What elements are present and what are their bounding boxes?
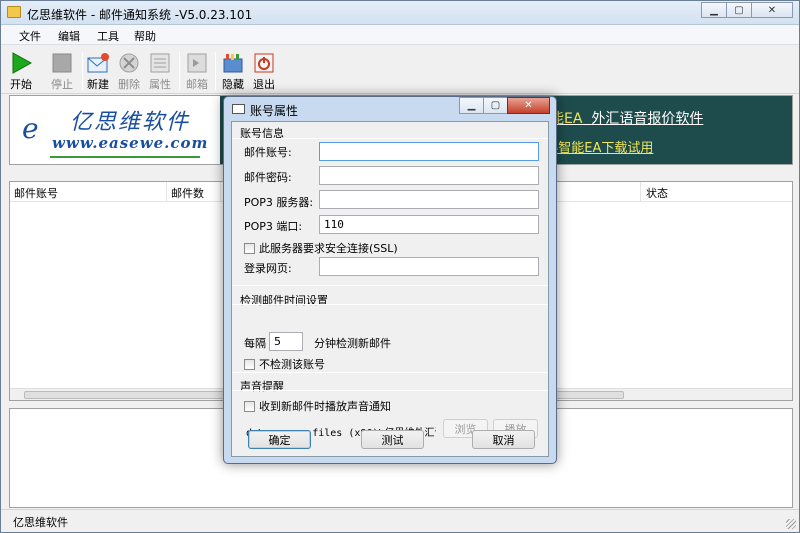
play-icon — [10, 52, 33, 74]
mail-app-icon — [7, 6, 21, 18]
menu-file[interactable]: 文件 — [19, 28, 41, 44]
start-label: 开始 — [10, 78, 32, 91]
stop-label: 停止 — [51, 78, 73, 91]
hide-button[interactable]: 隐藏 — [217, 50, 249, 94]
mailbox-label: 邮箱 — [186, 78, 208, 91]
minimize-icon[interactable]: ▁ — [701, 2, 727, 18]
ok-button[interactable]: 确定 — [248, 430, 311, 449]
section-divider — [232, 390, 548, 391]
menu-edit[interactable]: 编辑 — [58, 28, 80, 44]
dialog-close-icon[interactable]: ✕ — [507, 97, 550, 114]
account-properties-dialog: 账号属性 ▁ ▢ ✕ 账号信息 邮件账号: 邮件密码: POP3 服务器: PO… — [223, 96, 557, 464]
dialog-maximize-icon[interactable]: ▢ — [483, 97, 508, 114]
new-label: 新建 — [87, 78, 109, 91]
power-icon — [253, 52, 275, 74]
login-page-label: 登录网页: — [244, 262, 292, 275]
section-divider — [232, 285, 548, 286]
logo-url: www.easewe.com — [52, 134, 209, 152]
hide-icon — [222, 52, 244, 74]
menu-bar: 文件 编辑 工具 帮助 — [1, 25, 799, 45]
properties-button[interactable]: 属性 — [144, 50, 176, 94]
checkbox-box[interactable] — [244, 242, 255, 254]
sound-checkbox[interactable]: 收到新邮件时播放声音通知 — [244, 398, 391, 414]
arrow-right-icon — [186, 52, 208, 74]
pop3-port-label: POP3 端口: — [244, 220, 303, 233]
login-page-input[interactable] — [319, 257, 539, 276]
close-icon[interactable]: ✕ — [751, 2, 793, 18]
every-label: 每隔 — [244, 337, 266, 350]
menu-help[interactable]: 帮助 — [134, 28, 156, 44]
stop-button[interactable]: 停止 — [46, 50, 78, 94]
delete-icon — [118, 52, 140, 74]
checkbox-box[interactable] — [244, 400, 255, 412]
password-label: 邮件密码: — [244, 171, 292, 184]
exit-button[interactable]: 退出 — [248, 50, 280, 94]
col-mail-count[interactable]: 邮件数 — [171, 185, 204, 201]
toolbar-separator — [179, 52, 180, 90]
banner-link-quote-software[interactable]: 外汇语音报价软件 — [591, 111, 703, 127]
status-text: 亿思维软件 — [13, 516, 68, 529]
toolbar-separator — [215, 52, 216, 90]
ssl-checkbox-label: 此服务器要求安全连接(SSL) — [259, 242, 398, 255]
exit-label: 退出 — [253, 78, 275, 91]
interval-suffix-label: 分钟检测新邮件 — [314, 337, 391, 350]
section-divider — [232, 138, 548, 139]
envelope-icon — [232, 104, 245, 114]
new-button[interactable]: 新建 — [82, 50, 114, 94]
test-button[interactable]: 测试 — [361, 430, 424, 449]
section-divider — [232, 304, 548, 305]
column-divider — [166, 182, 167, 202]
sound-checkbox-label: 收到新邮件时播放声音通知 — [259, 400, 391, 413]
checkbox-box[interactable] — [244, 358, 255, 370]
password-input[interactable] — [319, 166, 539, 185]
properties-icon — [149, 52, 171, 74]
logo-chinese: 亿思维软件 — [70, 110, 191, 135]
pop3-port-input[interactable]: 110 — [319, 215, 539, 234]
dialog-body: 账号信息 邮件账号: 邮件密码: POP3 服务器: POP3 端口: 110 … — [231, 121, 549, 457]
menu-tools[interactable]: 工具 — [97, 28, 119, 44]
no-check-checkbox[interactable]: 不检测该账号 — [244, 356, 325, 372]
dialog-title: 账号属性 — [250, 104, 299, 118]
no-check-label: 不检测该账号 — [259, 358, 325, 371]
delete-button[interactable]: 删除 — [113, 50, 145, 94]
mailbox-button[interactable]: 邮箱 — [181, 50, 213, 94]
dialog-caption-buttons: ▁ ▢ ✕ — [459, 97, 550, 114]
section-sound: 声音提醒 — [240, 380, 284, 393]
logo-letter: e — [22, 112, 39, 145]
col-status[interactable]: 状态 — [646, 185, 668, 201]
title-bar: 亿思维软件 - 邮件通知系统 -V5.0.23.101 ▁ ▢ ✕ — [1, 1, 799, 25]
ssl-checkbox[interactable]: 此服务器要求安全连接(SSL) — [244, 240, 398, 256]
interval-input[interactable]: 5 — [269, 332, 303, 351]
stop-icon — [51, 52, 73, 74]
account-input[interactable] — [319, 142, 539, 161]
new-mail-icon — [87, 52, 109, 74]
hide-label: 隐藏 — [222, 78, 244, 91]
section-check-time: 检测邮件时间设置 — [240, 294, 328, 307]
cancel-button[interactable]: 取消 — [472, 430, 535, 449]
col-account[interactable]: 邮件账号 — [14, 185, 58, 201]
status-bar: 亿思维软件 — [1, 509, 799, 532]
dialog-title-bar: 账号属性 ▁ ▢ ✕ — [224, 97, 556, 121]
start-button[interactable]: 开始 — [5, 50, 37, 94]
banner-link-ea[interactable]: 能EA 外汇语音报价软件 — [550, 108, 703, 128]
banner-link-download[interactable]: 4智能EA下载试用 — [550, 137, 653, 156]
toolbar: 开始 停止 新建 删除 属性 邮箱 隐藏 退出 — [1, 46, 799, 94]
delete-label: 删除 — [118, 78, 140, 91]
pop3-server-label: POP3 服务器: — [244, 196, 314, 209]
column-divider — [220, 182, 221, 202]
column-divider — [640, 182, 641, 202]
properties-label: 属性 — [149, 78, 171, 91]
account-label: 邮件账号: — [244, 146, 292, 159]
window-title: 亿思维软件 - 邮件通知系统 -V5.0.23.101 — [27, 8, 253, 22]
dialog-minimize-icon[interactable]: ▁ — [459, 97, 484, 114]
resize-grip-icon[interactable] — [786, 519, 796, 529]
logo-underline — [50, 156, 200, 158]
section-divider — [232, 372, 548, 373]
caption-buttons: ▁ ▢ ✕ — [701, 2, 793, 18]
pop3-server-input[interactable] — [319, 190, 539, 209]
maximize-icon[interactable]: ▢ — [726, 2, 752, 18]
